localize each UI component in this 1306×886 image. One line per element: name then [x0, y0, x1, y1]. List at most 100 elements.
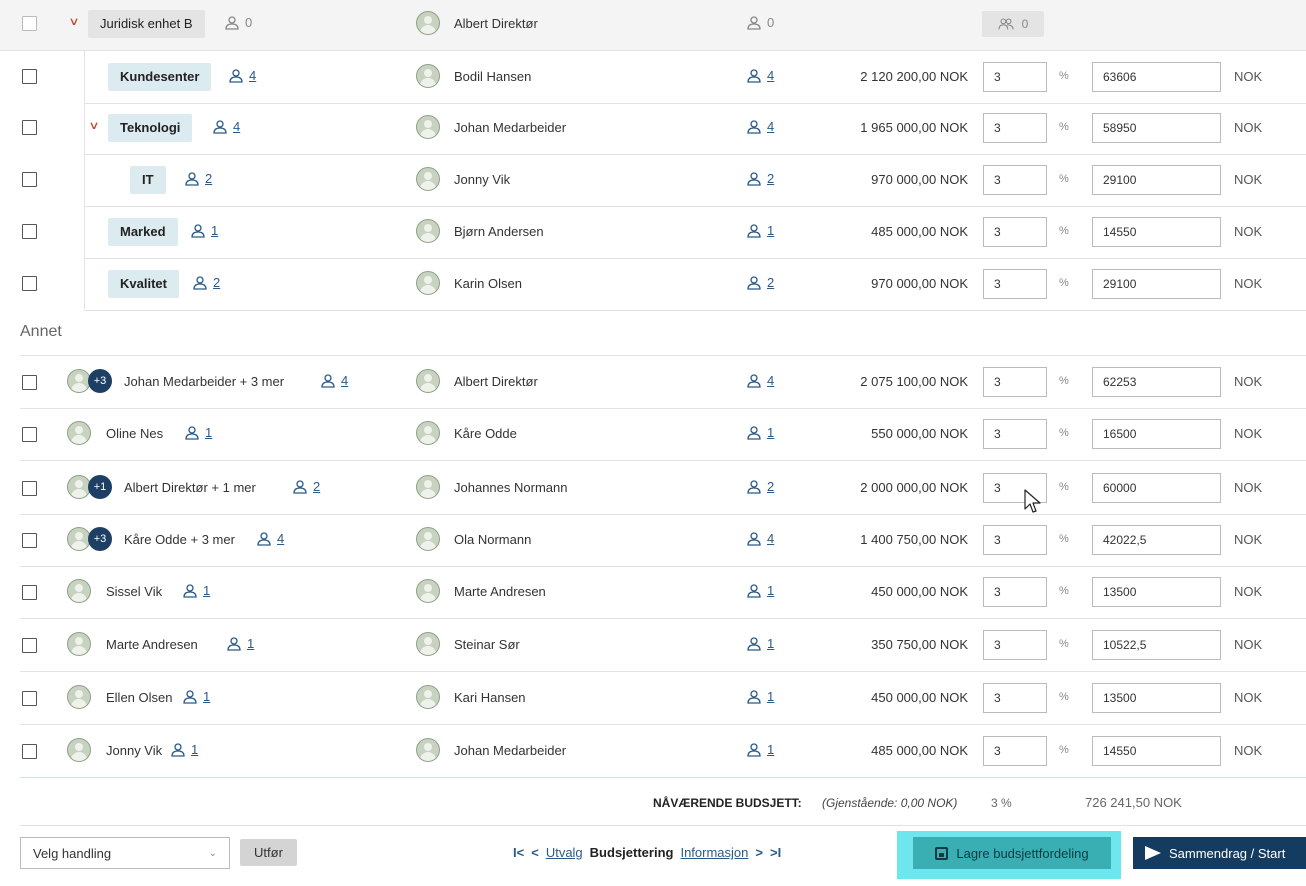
- member-count-value: 2: [313, 479, 321, 494]
- unit-member-count[interactable]: 4: [228, 68, 256, 83]
- percent-symbol: %: [1059, 585, 1069, 597]
- row-checkbox[interactable]: [22, 120, 37, 135]
- member-count[interactable]: 2: [292, 479, 320, 494]
- budget-value-input[interactable]: 10522,5: [1092, 630, 1221, 660]
- percent-input[interactable]: 3: [983, 630, 1047, 660]
- leader-name: Albert Direktør: [454, 374, 538, 389]
- member-count[interactable]: 1: [226, 636, 254, 651]
- row-checkbox[interactable]: [22, 69, 37, 84]
- percent-input[interactable]: 3: [983, 217, 1047, 247]
- leader-member-count[interactable]: 4: [746, 373, 774, 388]
- row-checkbox[interactable]: [22, 16, 37, 31]
- budget-value-input[interactable]: 13500: [1092, 577, 1221, 607]
- row-divider: [20, 514, 1306, 515]
- percent-input[interactable]: 3: [983, 113, 1047, 143]
- percent-symbol: %: [1059, 691, 1069, 703]
- execute-button[interactable]: Utfør: [240, 839, 297, 866]
- row-checkbox[interactable]: [22, 375, 37, 390]
- leader-member-count[interactable]: 2: [746, 479, 774, 494]
- leader-member-count[interactable]: 1: [746, 223, 774, 238]
- row-checkbox[interactable]: [22, 172, 37, 187]
- unit-member-count[interactable]: 2: [192, 275, 220, 290]
- budget-value-input[interactable]: 63606: [1092, 62, 1221, 92]
- previous-step-button[interactable]: <: [531, 845, 539, 860]
- leader-member-count[interactable]: 4: [746, 531, 774, 546]
- chevron-down-icon[interactable]: ∨: [88, 119, 99, 132]
- chevron-down-icon[interactable]: ∨: [68, 15, 79, 28]
- org-unit-tag[interactable]: Teknologi: [108, 114, 193, 142]
- member-count[interactable]: 1: [170, 742, 198, 757]
- leader-member-count[interactable]: 1: [746, 425, 774, 440]
- step-link-utvalg[interactable]: Utvalg: [546, 845, 583, 860]
- action-select[interactable]: Velg handling ⌄: [20, 837, 230, 869]
- budget-value-input[interactable]: 58950: [1092, 113, 1221, 143]
- first-step-button[interactable]: I<: [513, 845, 524, 860]
- avatar: [416, 527, 440, 551]
- leader-member-count[interactable]: 1: [746, 636, 774, 651]
- row-checkbox[interactable]: [22, 691, 37, 706]
- leader-name: Kari Hansen: [454, 690, 526, 705]
- leader-member-count[interactable]: 4: [746, 68, 774, 83]
- percent-input[interactable]: 3: [983, 577, 1047, 607]
- row-checkbox[interactable]: [22, 638, 37, 653]
- percent-input[interactable]: 3: [983, 62, 1047, 92]
- member-count[interactable]: 1: [184, 425, 212, 440]
- percent-input[interactable]: 3: [983, 525, 1047, 555]
- unit-member-count[interactable]: 4: [212, 119, 240, 134]
- currency-label: NOK: [1234, 172, 1263, 187]
- org-unit-tag[interactable]: IT: [130, 166, 166, 194]
- next-step-button[interactable]: >: [755, 845, 763, 860]
- percent-symbol: %: [1059, 277, 1069, 289]
- org-unit-tag[interactable]: Juridisk enhet B: [88, 10, 205, 38]
- row-checkbox[interactable]: [22, 481, 37, 496]
- row-divider: [20, 460, 1306, 461]
- leader-member-count[interactable]: 2: [746, 171, 774, 186]
- member-count[interactable]: 1: [182, 583, 210, 598]
- step-link-informasjon[interactable]: Informasjon: [680, 845, 748, 860]
- row-checkbox[interactable]: [22, 276, 37, 291]
- leader-member-count[interactable]: 4: [746, 119, 774, 134]
- row-checkbox[interactable]: [22, 744, 37, 759]
- leader-member-count[interactable]: 1: [746, 742, 774, 757]
- org-unit-tag[interactable]: Marked: [108, 218, 178, 246]
- org-unit-tag[interactable]: Kundesenter: [108, 63, 212, 91]
- last-step-button[interactable]: >I: [770, 845, 781, 860]
- leader-member-count[interactable]: 1: [746, 689, 774, 704]
- percent-input[interactable]: 3: [983, 419, 1047, 449]
- salary-amount: 970 000,00 NOK: [871, 276, 968, 291]
- budget-value-input[interactable]: 62253: [1092, 367, 1221, 397]
- budget-value-input[interactable]: 42022,5: [1092, 525, 1221, 555]
- row-checkbox[interactable]: [22, 427, 37, 442]
- section-label-annet: Annet: [20, 323, 62, 340]
- leader-member-count[interactable]: 1: [746, 583, 774, 598]
- percent-input[interactable]: 3: [983, 367, 1047, 397]
- percent-input[interactable]: 3: [983, 269, 1047, 299]
- percent-input[interactable]: 3: [983, 736, 1047, 766]
- row-divider: [20, 724, 1306, 725]
- currency-label: NOK: [1234, 276, 1263, 291]
- unit-member-count[interactable]: 2: [184, 171, 212, 186]
- budget-value-input[interactable]: 60000: [1092, 473, 1221, 503]
- member-count[interactable]: 4: [256, 531, 284, 546]
- leader-member-count[interactable]: 2: [746, 275, 774, 290]
- org-unit-tag[interactable]: Kvalitet: [108, 270, 179, 298]
- percent-input[interactable]: 3: [983, 165, 1047, 195]
- budget-value-input[interactable]: 14550: [1092, 736, 1221, 766]
- row-checkbox[interactable]: [22, 585, 37, 600]
- budget-value-input[interactable]: 14550: [1092, 217, 1221, 247]
- budget-value-input[interactable]: 29100: [1092, 165, 1221, 195]
- summary-start-button[interactable]: Sammendrag / Start: [1133, 837, 1306, 869]
- row-checkbox[interactable]: [22, 224, 37, 239]
- budget-value-input[interactable]: 16500: [1092, 419, 1221, 449]
- member-count[interactable]: 4: [320, 373, 348, 388]
- row-checkbox[interactable]: [22, 533, 37, 548]
- budget-value-input[interactable]: 13500: [1092, 683, 1221, 713]
- avatar: [67, 421, 91, 445]
- save-budget-button[interactable]: Lagre budsjettfordeling: [913, 837, 1111, 869]
- remaining-budget: (Gjenstående: 0,00 NOK): [822, 796, 958, 810]
- unit-member-count[interactable]: 1: [190, 223, 218, 238]
- percent-input[interactable]: 3: [983, 683, 1047, 713]
- member-count[interactable]: 1: [182, 689, 210, 704]
- budget-value-input[interactable]: 29100: [1092, 269, 1221, 299]
- person-outline-icon: [229, 68, 243, 83]
